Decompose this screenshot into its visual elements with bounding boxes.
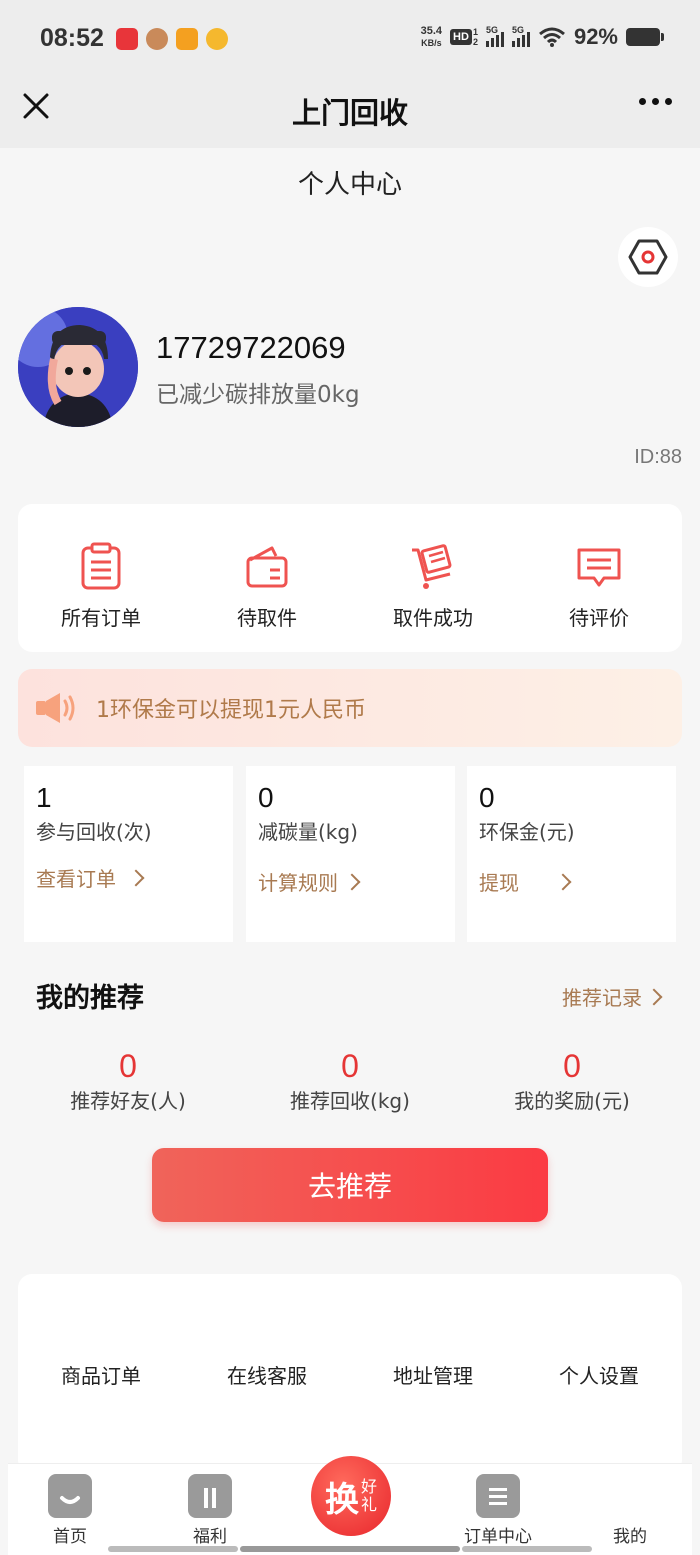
- tab-welfare-label: 福利: [193, 1527, 227, 1547]
- view-orders-link[interactable]: 查看订单: [36, 863, 233, 892]
- personal-settings-link[interactable]: 个人设置: [516, 1360, 682, 1474]
- recommend-reward-stat: 0 我的奖励(元): [482, 1048, 662, 1114]
- wifi-icon: [538, 27, 565, 47]
- page-title: 个人中心: [297, 170, 402, 200]
- order-all[interactable]: 所有订单: [18, 504, 184, 652]
- stat-label: 推荐回收(kg): [290, 1089, 410, 1113]
- stat-eco-coin: 0 环保金(元) 提现: [467, 766, 676, 942]
- tab-mine-label: 我的: [613, 1527, 647, 1547]
- tab-welfare[interactable]: 福利: [170, 1474, 250, 1547]
- signal-icon: 5G: [511, 25, 530, 47]
- avatar-image: [18, 307, 138, 427]
- tab-orders[interactable]: 订单中心: [450, 1474, 546, 1547]
- exchange-gift-button[interactable]: 换 好礼: [311, 1456, 391, 1536]
- stat-label: 推荐好友(人): [70, 1089, 186, 1113]
- stat-value: 0: [341, 1048, 359, 1084]
- status-bar: 08:52 35.4 KB/s HD 12 5G 5G 92%: [0, 0, 700, 76]
- app-notification-icon: [116, 28, 138, 50]
- battery-icon: [626, 28, 664, 46]
- stat-value: 0: [563, 1048, 581, 1084]
- app-notification-icon: [176, 28, 198, 50]
- order-pending-pickup-label: 待取件: [237, 606, 297, 630]
- tab-home-label: 首页: [53, 1527, 87, 1547]
- chevron-right-icon: [645, 988, 663, 1005]
- scroll-indicator: [462, 1546, 592, 1552]
- stat-value: 0: [258, 782, 274, 813]
- clipboard-icon: [81, 542, 121, 590]
- stat-label: 环保金(元): [479, 820, 575, 844]
- notice-banner[interactable]: 1环保金可以提现1元人民币: [18, 669, 682, 747]
- navbar-title: 上门回收: [291, 96, 408, 130]
- order-pending-review[interactable]: 待评价: [516, 504, 682, 652]
- wallet-icon: [246, 546, 288, 588]
- go-recommend-button[interactable]: 去推荐: [152, 1148, 548, 1222]
- avatar[interactable]: [18, 307, 138, 427]
- stat-label: 参与回收(次): [36, 820, 152, 844]
- scroll-indicator: [108, 1546, 238, 1552]
- order-pending-review-label: 待评价: [569, 606, 629, 630]
- order-pickup-success-label: 取件成功: [393, 606, 473, 630]
- weibo-notification-icon: [206, 28, 228, 50]
- stat-recycle-count: 1 参与回收(次) 查看订单: [24, 766, 233, 942]
- tab-mine[interactable]: 我的: [590, 1474, 670, 1547]
- stat-value: 0: [119, 1048, 137, 1084]
- home-icon: [48, 1474, 92, 1518]
- cart-icon: [412, 544, 452, 589]
- order-pending-pickup[interactable]: 待取件: [184, 504, 350, 652]
- chevron-right-icon: [127, 869, 145, 886]
- mine-icon: [608, 1474, 652, 1518]
- settings-button[interactable]: [618, 227, 678, 287]
- settings-icon: [628, 239, 668, 275]
- recommend-friends-stat: 0 推荐好友(人): [38, 1048, 218, 1114]
- calc-rules-link[interactable]: 计算规则: [258, 867, 455, 896]
- order-list-icon: [476, 1474, 520, 1518]
- user-phone: 17729722069: [156, 330, 346, 365]
- carbon-reduction-text: 已减少碳排放量0kg: [156, 382, 360, 408]
- recommend-record-link[interactable]: 推荐记录: [562, 982, 663, 1011]
- mini-program-navbar: 上门回收: [0, 76, 700, 148]
- stat-value: 0: [479, 782, 495, 813]
- gift-icon: [188, 1474, 232, 1518]
- stat-value: 1: [36, 782, 52, 813]
- stat-label: 减碳量(kg): [258, 820, 358, 844]
- app-notification-icon: [146, 28, 168, 50]
- recommend-title: 我的推荐: [36, 983, 144, 1014]
- tab-home[interactable]: 首页: [30, 1474, 110, 1547]
- tab-orders-label: 订单中心: [464, 1527, 532, 1547]
- product-orders-link[interactable]: 商品订单: [18, 1360, 184, 1474]
- hd-badge: HD: [450, 29, 472, 45]
- signal-icon: 5G: [485, 25, 504, 47]
- stat-carbon: 0 减碳量(kg) 计算规则: [246, 766, 455, 942]
- network-speed: 35.4 KB/s: [420, 25, 443, 48]
- notice-text: 1环保金可以提现1元人民币: [96, 698, 366, 723]
- comment-icon: [577, 548, 621, 587]
- order-all-label: 所有订单: [61, 606, 141, 630]
- order-status-card: 所有订单 待取件 取件成功 待评价: [18, 504, 682, 652]
- stat-label: 我的奖励(元): [514, 1089, 630, 1113]
- user-id: ID:88: [634, 446, 682, 468]
- home-indicator[interactable]: [240, 1546, 460, 1552]
- recommend-recycle-stat: 0 推荐回收(kg): [260, 1048, 440, 1114]
- speaker-icon: [36, 693, 75, 723]
- battery-percent: 92%: [573, 24, 618, 49]
- status-time: 08:52: [40, 24, 104, 52]
- status-notification-icons: [116, 28, 228, 50]
- withdraw-link[interactable]: 提现: [479, 867, 676, 896]
- order-pickup-success[interactable]: 取件成功: [350, 504, 516, 652]
- chevron-right-icon: [343, 873, 361, 890]
- chevron-right-icon: [554, 873, 572, 890]
- more-options-icon[interactable]: [639, 98, 672, 105]
